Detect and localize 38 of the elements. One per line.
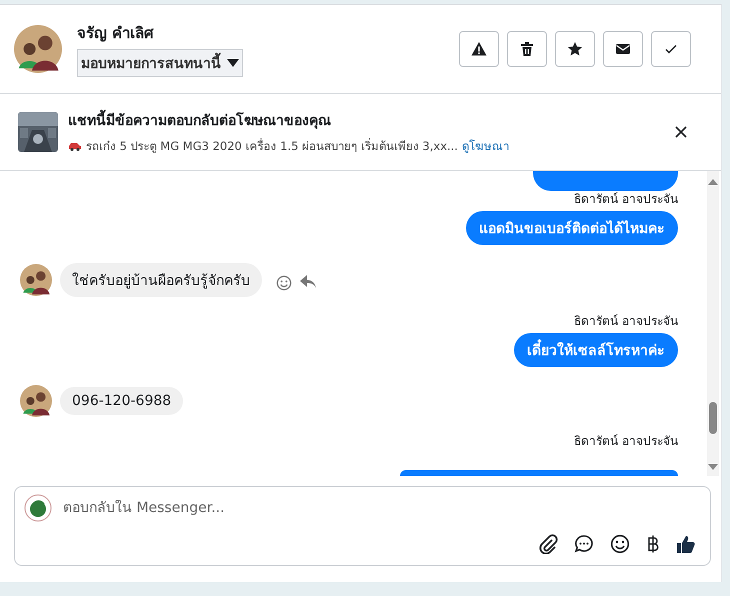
scrollbar[interactable] <box>707 171 719 476</box>
baht-icon[interactable] <box>646 534 660 554</box>
check-icon <box>664 42 678 56</box>
message-bubble: เดี๋ยวให้เซลล์โทรหาค่ะ <box>514 333 678 367</box>
contact-name: จรัญ คำเลิศ <box>77 23 154 44</box>
trash-icon <box>519 41 535 57</box>
star-icon <box>567 41 583 57</box>
emoji-icon[interactable] <box>610 534 630 554</box>
ad-description: รถเก๋ง 5 ประตู MG MG3 2020 เครื่อง 1.5 ผ่อนสบายๆ เริ่มต้นเพียง 3,xx... <box>86 137 458 155</box>
scroll-down-arrow-icon[interactable] <box>708 464 718 470</box>
thumbs-up-icon[interactable] <box>676 534 696 554</box>
mark-unread-button[interactable] <box>603 31 643 67</box>
mail-icon <box>615 41 631 57</box>
contact-avatar <box>20 385 52 417</box>
close-icon <box>675 126 687 138</box>
speech-bubble-icon[interactable] <box>574 534 594 554</box>
sender-name: ธิดารัตน์ อาจประจัน <box>574 313 678 329</box>
reply-icon[interactable] <box>300 275 316 289</box>
contact-avatar <box>14 25 62 73</box>
message-bubble: แอดมินขอเบอร์ติดต่อได้ไหมคะ <box>466 211 678 245</box>
ad-title: แชทนี้มีข้อความตอบกลับต่อโฆษณาของคุณ <box>68 109 661 131</box>
warning-icon <box>471 41 487 57</box>
car-icon <box>68 141 82 151</box>
sender-name: ธิดารัตน์ อาจประจัน <box>574 191 678 207</box>
contact-avatar <box>20 264 52 296</box>
delete-button[interactable] <box>507 31 547 67</box>
view-ad-link[interactable]: ดูโฆษณา <box>462 137 509 155</box>
report-button[interactable] <box>459 31 499 67</box>
caret-icon <box>227 59 239 67</box>
assign-dropdown[interactable]: มอบหมายการสนทนานี้ <box>77 49 243 77</box>
message-bubble: ใช่ครับอยู่บ้านผือครับรู้จักครับ <box>60 263 262 297</box>
sender-name: ธิดารัตน์ อาจประจัน <box>574 433 678 449</box>
message-bubble: 096-120-6988 <box>60 387 184 415</box>
scroll-up-arrow-icon[interactable] <box>708 179 718 185</box>
star-button[interactable] <box>555 31 595 67</box>
paperclip-icon[interactable] <box>538 534 558 554</box>
page-logo-icon <box>24 494 52 522</box>
scrollbar-thumb[interactable] <box>709 402 717 434</box>
